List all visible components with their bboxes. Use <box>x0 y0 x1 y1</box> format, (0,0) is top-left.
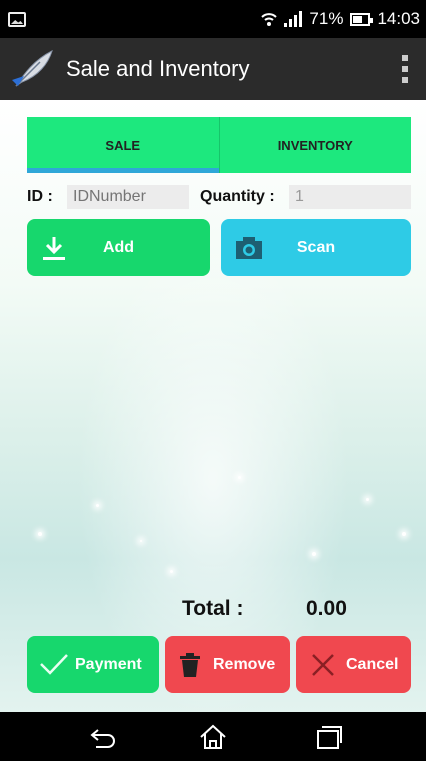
add-button-label: Add <box>102 238 135 256</box>
background-sparkle <box>140 540 142 542</box>
background-sparkle <box>402 532 406 536</box>
sale-inventory-tabs: SALE INVENTORY <box>27 117 411 173</box>
background-sparkle <box>366 498 369 501</box>
app-title: Sale and Inventory <box>66 56 250 81</box>
main-content: SALE INVENTORY ID : Quantity : Add Scan … <box>0 100 426 712</box>
overflow-menu-icon[interactable] <box>402 55 408 83</box>
payment-button[interactable]: Payment <box>27 636 159 693</box>
clock: 14:03 <box>377 9 420 28</box>
background-sparkle <box>38 532 42 536</box>
tab-inventory[interactable]: INVENTORY <box>218 117 412 173</box>
close-icon <box>312 654 334 676</box>
navigation-bar <box>0 712 426 761</box>
cancel-button-label: Cancel <box>346 655 399 673</box>
id-input[interactable] <box>67 185 189 209</box>
background-sparkle <box>238 476 241 479</box>
total-label: Total : <box>182 597 244 620</box>
quantity-input[interactable] <box>289 185 411 209</box>
status-indicators: 71% 14:03 <box>261 8 420 30</box>
background-sparkle <box>96 504 99 507</box>
tab-sale[interactable]: SALE <box>27 117 219 173</box>
status-bar: 71% 14:03 <box>0 0 426 38</box>
trash-icon <box>180 653 200 677</box>
feather-logo-icon[interactable] <box>10 46 56 92</box>
check-icon <box>40 654 68 675</box>
cancel-button[interactable]: Cancel <box>296 636 411 693</box>
signal-icon <box>284 11 303 27</box>
add-button[interactable]: Add <box>27 219 210 276</box>
entry-form: ID : Quantity : <box>27 185 411 209</box>
battery-percent: 71% <box>309 9 344 28</box>
quantity-label: Quantity : <box>200 188 275 205</box>
scan-button[interactable]: Scan <box>221 219 411 276</box>
id-label: ID : <box>27 188 53 205</box>
back-icon[interactable] <box>88 724 118 750</box>
app-bar: Sale and Inventory <box>0 38 426 100</box>
total-value: 0.00 <box>306 597 347 620</box>
gallery-icon <box>8 12 26 27</box>
battery-icon <box>350 12 374 26</box>
background-sparkle <box>170 570 173 573</box>
recent-apps-icon[interactable] <box>314 724 344 750</box>
wifi-icon <box>261 13 278 26</box>
remove-button-label: Remove <box>213 655 276 673</box>
payment-button-label: Payment <box>75 655 142 673</box>
home-icon[interactable] <box>198 724 228 750</box>
remove-button[interactable]: Remove <box>165 636 290 693</box>
scan-button-label: Scan <box>296 238 336 256</box>
background-sparkle <box>312 552 316 556</box>
